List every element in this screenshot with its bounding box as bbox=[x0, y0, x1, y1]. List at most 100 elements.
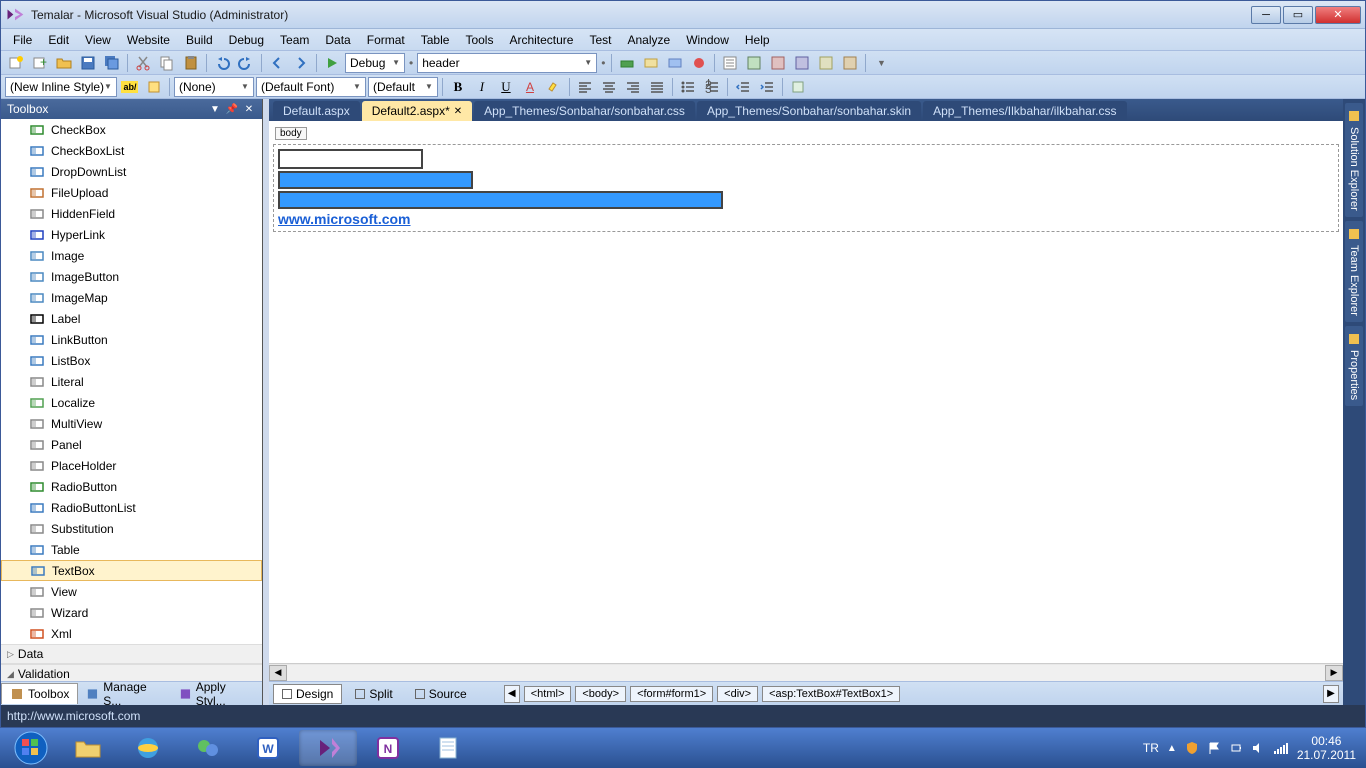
tool-icon-3[interactable] bbox=[664, 53, 686, 73]
tray-power-icon[interactable] bbox=[1229, 741, 1243, 755]
save-all-icon[interactable] bbox=[101, 53, 123, 73]
style-tool-icon[interactable] bbox=[143, 77, 165, 97]
menu-analyze[interactable]: Analyze bbox=[620, 31, 679, 49]
toolbox-item-hyperlink[interactable]: HyperLink bbox=[1, 224, 262, 245]
tool-icon-9[interactable] bbox=[815, 53, 837, 73]
add-item-icon[interactable]: + bbox=[29, 53, 51, 73]
toolbox-tab-0[interactable]: Toolbox bbox=[1, 683, 78, 704]
menu-architecture[interactable]: Architecture bbox=[501, 31, 581, 49]
taskbar-onenote[interactable]: N bbox=[359, 730, 417, 766]
view-mode-source[interactable]: Source bbox=[406, 684, 476, 704]
rail-tab-properties[interactable]: Properties bbox=[1345, 326, 1363, 406]
scroll-right-icon[interactable]: ▶ bbox=[1325, 665, 1343, 681]
toolbox-item-textbox[interactable]: TextBox bbox=[1, 560, 262, 581]
target-combo[interactable]: header▼ bbox=[417, 53, 597, 73]
toolbox-item-multiview[interactable]: MultiView bbox=[1, 413, 262, 434]
start-debug-icon[interactable] bbox=[321, 53, 343, 73]
toolbox-body[interactable]: CheckBoxCheckBoxListDropDownListFileUplo… bbox=[1, 119, 262, 681]
start-button[interactable] bbox=[4, 730, 58, 766]
copy-icon[interactable] bbox=[156, 53, 178, 73]
menu-file[interactable]: File bbox=[5, 31, 40, 49]
number-list-icon[interactable]: 123 bbox=[701, 77, 723, 97]
tray-up-icon[interactable]: ▲ bbox=[1167, 743, 1177, 754]
taskbar-word[interactable]: W bbox=[239, 730, 297, 766]
view-mode-split[interactable]: Split bbox=[346, 684, 401, 704]
document-tab[interactable]: App_Themes/Sonbahar/sonbahar.skin bbox=[697, 101, 921, 121]
view-mode-design[interactable]: Design bbox=[273, 684, 342, 704]
pin-icon[interactable]: 📌 bbox=[225, 102, 239, 116]
menu-data[interactable]: Data bbox=[317, 31, 358, 49]
menu-website[interactable]: Website bbox=[119, 31, 178, 49]
open-icon[interactable] bbox=[53, 53, 75, 73]
horizontal-scrollbar[interactable]: ◀ ▶ bbox=[269, 663, 1343, 681]
rail-tab-team-explorer[interactable]: Team Explorer bbox=[1345, 221, 1363, 322]
apply-style-icon[interactable]: ab/ bbox=[119, 77, 141, 97]
menu-format[interactable]: Format bbox=[359, 31, 413, 49]
toolbox-group-data[interactable]: ▷Data bbox=[1, 644, 262, 664]
toolbox-item-image[interactable]: Image bbox=[1, 245, 262, 266]
maximize-button[interactable]: ▭ bbox=[1283, 6, 1313, 24]
bullet-list-icon[interactable] bbox=[677, 77, 699, 97]
align-center-icon[interactable] bbox=[598, 77, 620, 97]
format-tool-icon[interactable] bbox=[787, 77, 809, 97]
toolbox-item-substitution[interactable]: Substitution bbox=[1, 518, 262, 539]
document-tab[interactable]: App_Themes/Ilkbahar/ilkbahar.css bbox=[923, 101, 1126, 121]
path-nav-left[interactable]: ◀ bbox=[504, 685, 520, 703]
tray-network-icon[interactable] bbox=[1273, 741, 1289, 755]
toolbox-item-listbox[interactable]: ListBox bbox=[1, 350, 262, 371]
italic-icon[interactable]: I bbox=[471, 77, 493, 97]
scroll-left-icon[interactable]: ◀ bbox=[269, 665, 287, 681]
design-hyperlink[interactable]: www.microsoft.com bbox=[278, 211, 411, 227]
menu-table[interactable]: Table bbox=[413, 31, 458, 49]
tool-icon-4[interactable] bbox=[688, 53, 710, 73]
tag-path-crumb[interactable]: <form#form1> bbox=[630, 686, 713, 702]
toolbox-item-linkbutton[interactable]: LinkButton bbox=[1, 329, 262, 350]
toolbox-item-table[interactable]: Table bbox=[1, 539, 262, 560]
tray-flag-icon[interactable] bbox=[1207, 741, 1221, 755]
toolbox-item-checkbox[interactable]: CheckBox bbox=[1, 119, 262, 140]
toolbox-item-radiobutton[interactable]: RadioButton bbox=[1, 476, 262, 497]
undo-icon[interactable] bbox=[211, 53, 233, 73]
underline-icon[interactable]: U bbox=[495, 77, 517, 97]
menu-team[interactable]: Team bbox=[272, 31, 317, 49]
panel-dropdown-icon[interactable]: ▼ bbox=[208, 102, 222, 116]
tag-path-crumb[interactable]: <body> bbox=[575, 686, 626, 702]
menu-help[interactable]: Help bbox=[737, 31, 778, 49]
indent-icon[interactable] bbox=[756, 77, 778, 97]
tool-icon-7[interactable] bbox=[767, 53, 789, 73]
design-button-control-1[interactable] bbox=[278, 171, 473, 189]
toolbox-item-placeholder[interactable]: PlaceHolder bbox=[1, 455, 262, 476]
document-tab[interactable]: Default.aspx bbox=[273, 101, 360, 121]
design-button-control-2[interactable] bbox=[278, 191, 723, 209]
toolbox-item-wizard[interactable]: Wizard bbox=[1, 602, 262, 623]
bold-icon[interactable]: B bbox=[447, 77, 469, 97]
path-nav-right[interactable]: ▶ bbox=[1323, 685, 1339, 703]
tray-volume-icon[interactable] bbox=[1251, 741, 1265, 755]
align-justify-icon[interactable] bbox=[646, 77, 668, 97]
taskbar-clock[interactable]: 00:46 21.07.2011 bbox=[1297, 734, 1356, 763]
menu-test[interactable]: Test bbox=[581, 31, 619, 49]
document-tab[interactable]: App_Themes/Sonbahar/sonbahar.css bbox=[474, 101, 695, 121]
taskbar-messenger[interactable] bbox=[179, 730, 237, 766]
menu-edit[interactable]: Edit bbox=[40, 31, 77, 49]
toolbar-overflow-icon[interactable]: ▼ bbox=[870, 53, 892, 73]
font-color-icon[interactable]: A bbox=[519, 77, 541, 97]
toolbox-item-dropdownlist[interactable]: DropDownList bbox=[1, 161, 262, 182]
font-combo[interactable]: (Default Font)▼ bbox=[256, 77, 366, 97]
paste-icon[interactable] bbox=[180, 53, 202, 73]
toolbox-item-literal[interactable]: Literal bbox=[1, 371, 262, 392]
design-surface[interactable]: body www.microsoft.com bbox=[269, 121, 1343, 663]
tool-icon-5[interactable] bbox=[719, 53, 741, 73]
taskbar-visualstudio[interactable] bbox=[299, 730, 357, 766]
tray-shield-icon[interactable] bbox=[1185, 741, 1199, 755]
menu-tools[interactable]: Tools bbox=[457, 31, 501, 49]
navigate-forward-icon[interactable] bbox=[290, 53, 312, 73]
design-textbox-control[interactable] bbox=[278, 149, 423, 169]
tool-icon-6[interactable] bbox=[743, 53, 765, 73]
tag-path-crumb[interactable]: <html> bbox=[524, 686, 572, 702]
close-button[interactable]: ✕ bbox=[1315, 6, 1361, 24]
save-icon[interactable] bbox=[77, 53, 99, 73]
document-tab[interactable]: Default2.aspx*✕ bbox=[362, 101, 472, 121]
menu-build[interactable]: Build bbox=[178, 31, 221, 49]
tool-icon-10[interactable] bbox=[839, 53, 861, 73]
